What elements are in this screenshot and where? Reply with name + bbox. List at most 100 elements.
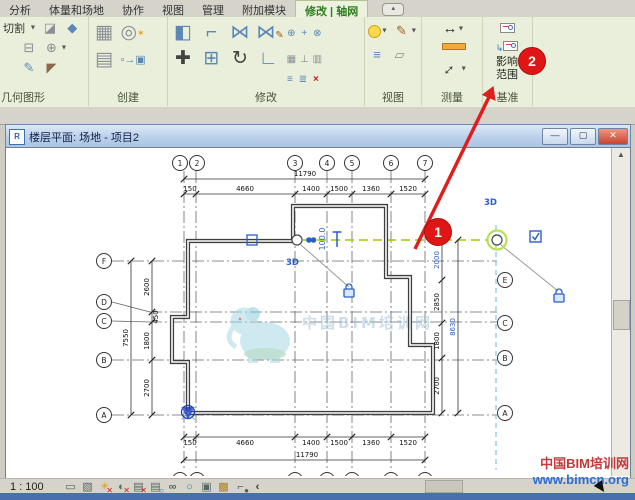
create-assembly-icon[interactable]: ▤ [92, 48, 116, 72]
rendering-icon[interactable]: ▤ ✕ [131, 480, 147, 495]
cut-button[interactable]: 切割 [3, 23, 25, 35]
measure2-dropdown-icon[interactable]: ▼ [460, 65, 467, 72]
vertical-scrollbar[interactable]: ▲ [611, 148, 630, 476]
crop-view-icon[interactable]: ▤ ○ [148, 480, 164, 495]
sun-path-icon[interactable]: ☀ ✕ [97, 480, 113, 495]
panel-measure: ↔▼ ↔ ▼ 测量 [422, 17, 483, 106]
tab-massing[interactable]: 体量和场地 [40, 0, 113, 17]
svg-text:A: A [502, 409, 508, 418]
split-gap-icon[interactable]: + [298, 27, 311, 40]
cut-geometry-icon[interactable]: ◪ [41, 19, 59, 37]
split-icon[interactable]: ⊕ [285, 27, 298, 40]
cut-dropdown-icon[interactable]: ▼ [29, 25, 36, 32]
ribbon-collapse-button[interactable]: ▴ [382, 3, 405, 16]
building-walls[interactable] [169, 203, 436, 416]
segment-toggle-icon-2[interactable] [310, 237, 317, 243]
3d-extent-label-left[interactable]: 3D [286, 258, 299, 268]
dimension-text-top: 150 4660 1400 1500 1360 1520 11790 [183, 170, 417, 193]
grid-end-circle-right[interactable] [491, 234, 503, 246]
edit-profile-icon[interactable]: ✎ [20, 59, 38, 77]
reveal-bulb-icon[interactable] [368, 24, 381, 38]
align-right-icon[interactable]: ≣ [296, 73, 309, 86]
wall-sweep-icon[interactable]: ⊟ [20, 39, 38, 57]
join-geometry-icon[interactable]: ◆ [63, 19, 81, 37]
mirror-axis-icon[interactable]: ⋈ [228, 21, 252, 45]
align-left-icon[interactable]: ≡ [283, 73, 296, 86]
pin-icon[interactable]: ⊥ [298, 53, 311, 66]
cope-dropdown-icon[interactable]: ▼ [60, 45, 67, 52]
unpin-icon[interactable]: ▥ [311, 53, 324, 66]
cope-icon[interactable]: ⊕ [42, 39, 60, 57]
svg-text:2700: 2700 [433, 377, 441, 395]
hidden-window-icon[interactable]: ▱ [390, 46, 408, 64]
shadows-icon[interactable]: ◐ ✕ [114, 481, 130, 495]
brush-dropdown-icon[interactable]: ▼ [410, 28, 417, 35]
demolish-hammer-icon[interactable]: ◤ [42, 59, 60, 77]
svg-text:1500: 1500 [330, 439, 348, 447]
scope-label-line1: 影响 [496, 56, 518, 68]
svg-text:450: 450 [152, 310, 160, 323]
svg-text:11790: 11790 [296, 451, 318, 459]
tab-addins[interactable]: 附加模块 [233, 0, 295, 17]
visual-style-icon[interactable]: ▧ [80, 480, 95, 493]
cutaway-lines-icon[interactable]: ≡ [368, 46, 386, 64]
delete-icon[interactable]: × [309, 73, 322, 86]
lock-icon-right[interactable] [553, 288, 565, 303]
svg-text:C: C [101, 317, 106, 326]
propagate-checkbox[interactable] [529, 230, 542, 243]
tab-analyze[interactable]: 分析 [0, 0, 40, 17]
vertical-scroll-thumb[interactable] [613, 300, 630, 330]
svg-text:5: 5 [350, 159, 355, 168]
horizontal-scroll-thumb[interactable] [425, 480, 463, 493]
tab-manage[interactable]: 管理 [193, 0, 233, 17]
create-group-icon[interactable]: ▦ [92, 21, 116, 45]
constraints-lock-icon[interactable]: ⌐ ● [233, 481, 249, 495]
watermark-ghost-text: 中国BIM培训网 [302, 314, 433, 332]
move-icon[interactable]: ✚ [171, 47, 195, 71]
measure-diagonal-icon[interactable]: ↔ [436, 57, 460, 81]
rotate-icon[interactable]: ↻ [228, 47, 252, 71]
measure-dropdown-icon[interactable]: ▼ [458, 25, 465, 32]
grid-end-circle-left[interactable] [291, 234, 303, 246]
bulb-dropdown-icon[interactable]: ▼ [381, 28, 388, 35]
svg-text:2850: 2850 [433, 293, 441, 311]
temp-dimension-value[interactable]: 100.0 [318, 228, 327, 251]
copy-icon[interactable]: ⊞ [199, 47, 223, 71]
copy-to-clipboard-icon[interactable]: ▫→▣ [120, 48, 145, 72]
close-button[interactable]: ✕ [598, 128, 628, 145]
scale-icon[interactable]: ▦ [285, 53, 298, 66]
watermark-line1: 中国BIM培训网 [540, 456, 629, 471]
panel-label-view: 视图 [382, 92, 404, 104]
tab-modify-grid-active[interactable]: 修改 | 轴网 [295, 0, 369, 18]
rvt-file-icon: R [9, 128, 25, 145]
array-icon[interactable]: ⊗ [311, 27, 324, 40]
align-icon[interactable]: ◧ [171, 21, 195, 45]
panel-label-modify: 修改 [255, 92, 277, 104]
offset-icon[interactable]: ⌐ [199, 21, 223, 45]
reveal-hidden-bulb-icon[interactable]: ○ [182, 481, 197, 493]
measure-between-icon[interactable]: ↔ [443, 20, 458, 37]
view-window-title: 楼层平面: 场地 - 项目2 [29, 131, 140, 144]
linework-brush-icon[interactable]: ✎ [392, 22, 410, 40]
view-scale[interactable]: 1 : 100 [10, 481, 62, 493]
minimize-button[interactable]: — [542, 128, 568, 145]
temporary-hide-glasses-icon[interactable]: ∞ [165, 481, 180, 493]
callout-badge-2: 2 [518, 47, 546, 75]
watermark: 中国BIM培训网 www.bimcn.org [533, 456, 629, 488]
drawing-canvas[interactable]: 中国BIM培训网 150 4660 1400 1500 1360 1520 11… [5, 147, 631, 488]
mirror-draw-icon[interactable]: ⋈✎ [256, 21, 283, 45]
scroll-up-icon[interactable]: ▲ [612, 150, 630, 159]
detail-level-icon[interactable]: ▭ [63, 480, 78, 493]
tab-collaborate[interactable]: 协作 [113, 0, 153, 17]
lock-icon-left[interactable] [343, 283, 355, 298]
trim-extend-icon[interactable]: ∟ [256, 47, 280, 71]
panel-label-geometry: 几何图形 [1, 92, 45, 104]
create-similar-icon[interactable]: ◎✶ [120, 21, 144, 45]
restore-button[interactable]: ▢ [570, 128, 596, 145]
window-bottom-edge [0, 493, 635, 500]
collapse-chevron-icon[interactable]: ‹ [250, 481, 265, 493]
worksharing-display-icon[interactable]: ▩ [216, 480, 231, 493]
3d-extent-label-right[interactable]: 3D [484, 198, 497, 208]
tab-view[interactable]: 视图 [153, 0, 193, 17]
crop-region-icon[interactable]: ▣ [199, 480, 214, 493]
